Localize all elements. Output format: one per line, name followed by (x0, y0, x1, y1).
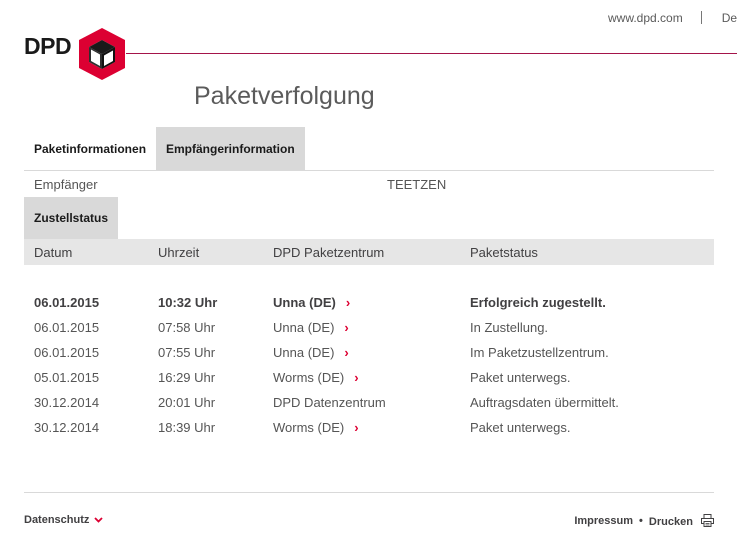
table-row: 06.01.2015 07:58 Uhr Unna (DE) › In Zuste… (0, 313, 737, 338)
tab-recipient-info[interactable]: Empfängerinformation (156, 127, 305, 170)
footer-actions: Impressum • Drucken (574, 514, 714, 528)
row-date: 05.01.2015 (34, 370, 100, 385)
row-date: 06.01.2015 (34, 295, 100, 310)
row-depot: DPD Datenzentrum (273, 395, 386, 410)
dpd-cube-icon (79, 28, 125, 80)
row-status: Paket unterwegs. (470, 370, 571, 385)
chevron-right-icon: › (344, 320, 349, 335)
print-link[interactable]: Drucken (649, 514, 714, 528)
table-row: 06.01.2015 10:32 Uhr Unna (DE) › Erfolgre… (0, 288, 737, 313)
privacy-link[interactable]: Datenschutz (24, 514, 104, 526)
row-time: 16:29 Uhr (158, 370, 216, 385)
row-status: Paket unterwegs. (470, 420, 571, 435)
row-date: 30.12.2014 (34, 395, 100, 410)
table-row: 06.01.2015 07:55 Uhr Unna (DE) › Im Paket… (0, 338, 737, 363)
language-link[interactable]: De (722, 11, 737, 25)
row-status: Auftragsdaten übermittelt. (470, 395, 619, 410)
table-row: 30.12.2014 20:01 Uhr DPD Datenzentrum Au… (0, 388, 737, 413)
depot-link[interactable]: Unna (DE) › (273, 345, 349, 360)
table-row: 05.01.2015 16:29 Uhr Worms (DE) › Paket u… (0, 363, 737, 388)
row-date: 30.12.2014 (34, 420, 100, 435)
footer-divider (24, 492, 714, 493)
recipient-value: TEETZEN (387, 177, 447, 192)
row-time: 20:01 Uhr (158, 395, 216, 410)
table-row: 30.12.2014 18:39 Uhr Worms (DE) › Paket u… (0, 413, 737, 438)
status-table-body: 06.01.2015 10:32 Uhr Unna (DE) › Erfolgre… (0, 288, 737, 438)
depot-link[interactable]: Unna (DE) › (273, 320, 349, 335)
logo-text: DPD (24, 33, 72, 59)
row-time: 18:39 Uhr (158, 420, 216, 435)
row-depot: Unna (DE) (273, 345, 335, 360)
tab-delivery-status[interactable]: Zustellstatus (24, 197, 118, 239)
top-navigation: www.dpd.com De (608, 11, 737, 25)
row-time: 07:58 Uhr (158, 320, 216, 335)
recipient-label: Empfänger (34, 177, 98, 192)
imprint-link[interactable]: Impressum (574, 515, 633, 527)
header-divider (126, 53, 737, 54)
page-title: Paketverfolgung (194, 82, 375, 110)
row-status: Im Paketzustellzentrum. (470, 345, 609, 360)
tabs-divider (24, 170, 714, 171)
nav-divider (700, 11, 702, 24)
depot-link[interactable]: Unna (DE) › (273, 295, 350, 310)
row-depot: Worms (DE) (273, 370, 345, 385)
row-depot: Worms (DE) (273, 420, 345, 435)
info-tabs: Paketinformationen Empfängerinformation (24, 127, 305, 170)
dpd-website-link[interactable]: www.dpd.com (608, 11, 683, 25)
row-time: 07:55 Uhr (158, 345, 216, 360)
column-header-status: Paketstatus (470, 245, 538, 260)
chevron-right-icon: › (345, 295, 351, 310)
tab-package-info[interactable]: Paketinformationen (24, 127, 156, 170)
depot-link[interactable]: Worms (DE) › (273, 420, 359, 435)
print-label: Drucken (648, 516, 693, 528)
chevron-right-icon: › (354, 370, 359, 385)
row-status: In Zustellung. (470, 320, 549, 335)
row-time: 10:32 Uhr (158, 295, 218, 310)
chevron-right-icon: › (354, 420, 359, 435)
chevron-right-icon: › (344, 345, 349, 360)
dpd-logo[interactable]: DPD (24, 26, 134, 84)
column-header-date: Datum (34, 245, 73, 260)
row-depot: Unna (DE) (273, 320, 335, 335)
row-date: 06.01.2015 (34, 320, 100, 335)
chevron-down-icon (94, 517, 104, 523)
printer-icon (701, 514, 714, 527)
depot-link[interactable]: Worms (DE) › (273, 370, 359, 385)
column-header-depot: DPD Paketzentrum (273, 245, 385, 260)
column-header-time: Uhrzeit (158, 245, 200, 260)
row-status: Erfolgreich zugestellt. (470, 295, 606, 310)
row-date: 06.01.2015 (34, 345, 100, 360)
row-depot: Unna (DE) (273, 295, 336, 310)
status-table-header: Datum Uhrzeit DPD Paketzentrum Paketstat… (24, 239, 714, 265)
footer-separator: • (639, 515, 643, 527)
privacy-label: Datenschutz (24, 514, 90, 526)
